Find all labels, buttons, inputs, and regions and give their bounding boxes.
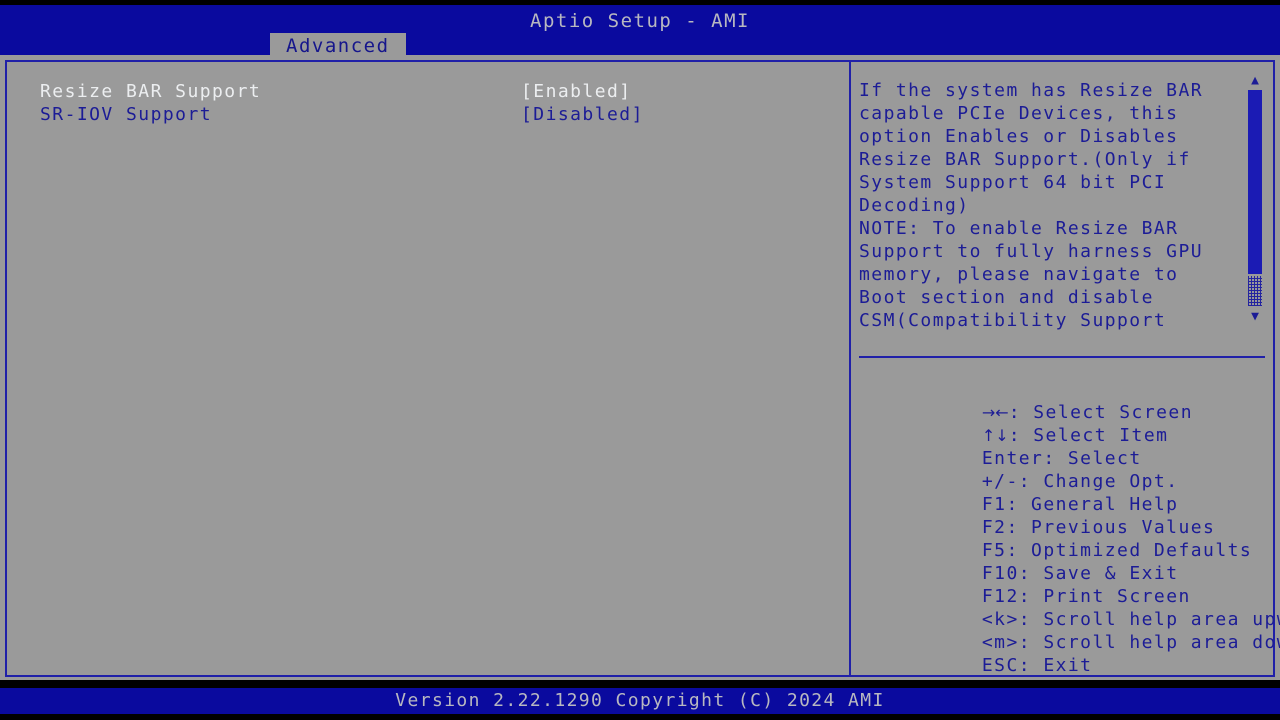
scrollbar-thumb[interactable]: [1248, 90, 1262, 274]
legend-description: : Change Opt.: [1018, 471, 1179, 492]
setting-value[interactable]: [Disabled]: [521, 103, 644, 126]
legend-key: F2: [981, 517, 1007, 538]
bios-setup-screen: Aptio Setup - AMI Advanced Resize BAR Su…: [0, 0, 1280, 720]
legend-description: : Scroll help area upwards: [1018, 609, 1280, 630]
content-area: Resize BAR Support [Enabled] SR-IOV Supp…: [0, 55, 1280, 680]
settings-list: Resize BAR Support [Enabled] SR-IOV Supp…: [40, 80, 830, 126]
legend-description: : Scroll help area downwards: [1018, 632, 1280, 653]
help-divider: [859, 356, 1265, 358]
help-scrollbar[interactable]: ▲ ▼: [1245, 74, 1265, 324]
key-legend: →←: Select Screen ↑↓: Select Item Enter:…: [859, 378, 1280, 676]
legend-description: : Select Screen: [1008, 402, 1193, 423]
legend-key: F10: [981, 563, 1019, 584]
legend-key: F5: [981, 540, 1007, 561]
legend-description: : Exit: [1018, 655, 1093, 676]
setting-label: Resize BAR Support: [40, 81, 262, 102]
legend-key: +/-: [981, 471, 1019, 492]
help-text: If the system has Resize BAR capable PCI…: [859, 80, 1204, 331]
legend-description: : Print Screen: [1018, 586, 1191, 607]
scrollbar-dither-region: [1248, 276, 1262, 306]
setting-label: SR-IOV Support: [40, 104, 213, 125]
select-item-arrows-icon: ↑↓: [981, 426, 1009, 445]
scroll-down-arrow-icon[interactable]: ▼: [1246, 310, 1264, 324]
select-screen-arrows-icon: →←: [981, 403, 1009, 422]
footer-bar: Version 2.22.1290 Copyright (C) 2024 AMI: [0, 688, 1280, 714]
legend-description: : Select Item: [1008, 425, 1169, 446]
legend-key: <k>: [981, 609, 1019, 630]
page-title: Aptio Setup - AMI: [530, 10, 750, 32]
setting-row-resize-bar-support[interactable]: Resize BAR Support [Enabled]: [40, 80, 830, 103]
setting-value[interactable]: [Enabled]: [521, 80, 632, 103]
help-panel: If the system has Resize BAR capable PCI…: [849, 60, 1280, 677]
scrollbar-track[interactable]: [1248, 90, 1262, 308]
version-copyright-text: Version 2.22.1290 Copyright (C) 2024 AMI: [395, 690, 885, 711]
legend-row-select-screen: →←: Select Screen: [859, 378, 1267, 423]
legend-description: : Optimized Defaults: [1006, 540, 1253, 561]
scroll-up-arrow-icon[interactable]: ▲: [1246, 74, 1264, 88]
legend-key: F1: [981, 494, 1007, 515]
legend-description: : Previous Values: [1006, 517, 1216, 538]
setting-row-sr-iov-support[interactable]: SR-IOV Support [Disabled]: [40, 103, 830, 126]
legend-key: <m>: [981, 632, 1019, 653]
legend-description: : Select: [1043, 448, 1142, 469]
legend-description: : Save & Exit: [1018, 563, 1179, 584]
legend-key: F12: [981, 586, 1019, 607]
header-bar: Aptio Setup - AMI Advanced: [0, 5, 1280, 60]
legend-description: : General Help: [1006, 494, 1179, 515]
settings-panel: Resize BAR Support [Enabled] SR-IOV Supp…: [5, 60, 851, 677]
legend-key: ESC: [981, 655, 1019, 676]
legend-key: Enter: [981, 448, 1044, 469]
